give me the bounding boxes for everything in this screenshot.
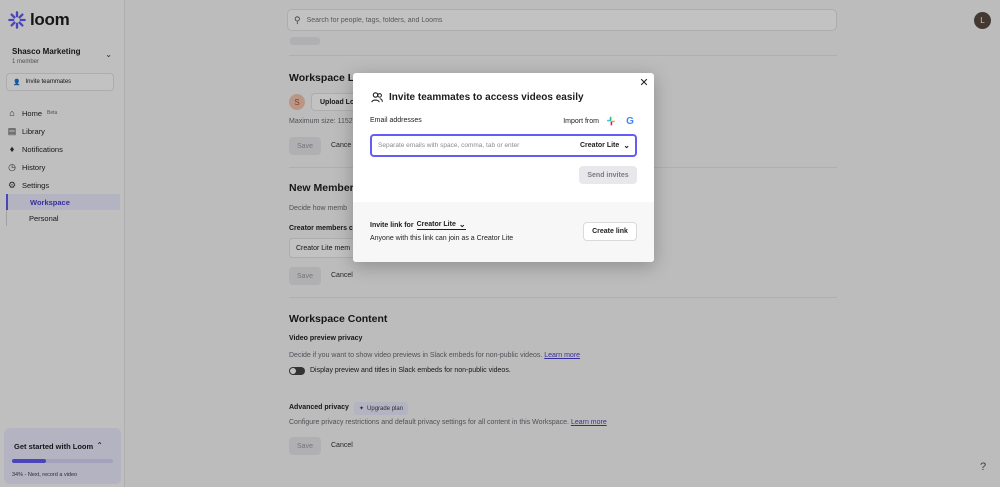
chevron-down-icon: ⌄: [458, 220, 466, 229]
close-icon[interactable]: ✕: [638, 76, 650, 89]
send-invites-button[interactable]: Send invites: [579, 166, 637, 184]
users-icon: [371, 92, 383, 103]
invite-link-section: Invite link for Creator Lite ⌄ Anyone wi…: [353, 202, 654, 262]
role-select-value: Creator Lite: [580, 142, 620, 149]
modal-title-text: Invite teammates to access videos easily: [389, 92, 584, 103]
email-addresses-label: Email addresses: [370, 117, 422, 124]
email-field-wrapper: Creator Lite ⌄: [370, 134, 637, 157]
invite-link-desc: Anyone with this link can join as a Crea…: [370, 235, 514, 242]
email-input[interactable]: [378, 142, 568, 149]
role-select[interactable]: Creator Lite ⌄: [580, 141, 630, 150]
invite-link-for: Invite link for Creator Lite ⌄: [370, 220, 466, 230]
invite-link-role-value: Creator Lite: [416, 221, 456, 228]
invite-link-role-select[interactable]: Creator Lite ⌄: [416, 220, 466, 230]
slack-logo-icon: [607, 116, 615, 126]
google-icon[interactable]: G: [623, 114, 637, 128]
invite-link-for-label: Invite link for: [370, 221, 414, 229]
import-from: Import from G: [563, 114, 637, 128]
modal-title: Invite teammates to access videos easily: [371, 92, 584, 103]
chevron-down-icon: ⌄: [623, 141, 630, 150]
import-from-label: Import from: [563, 117, 599, 125]
invite-modal: ✕ Invite teammates to access videos easi…: [353, 73, 654, 262]
slack-icon[interactable]: [604, 114, 618, 128]
create-link-button[interactable]: Create link: [583, 222, 637, 241]
